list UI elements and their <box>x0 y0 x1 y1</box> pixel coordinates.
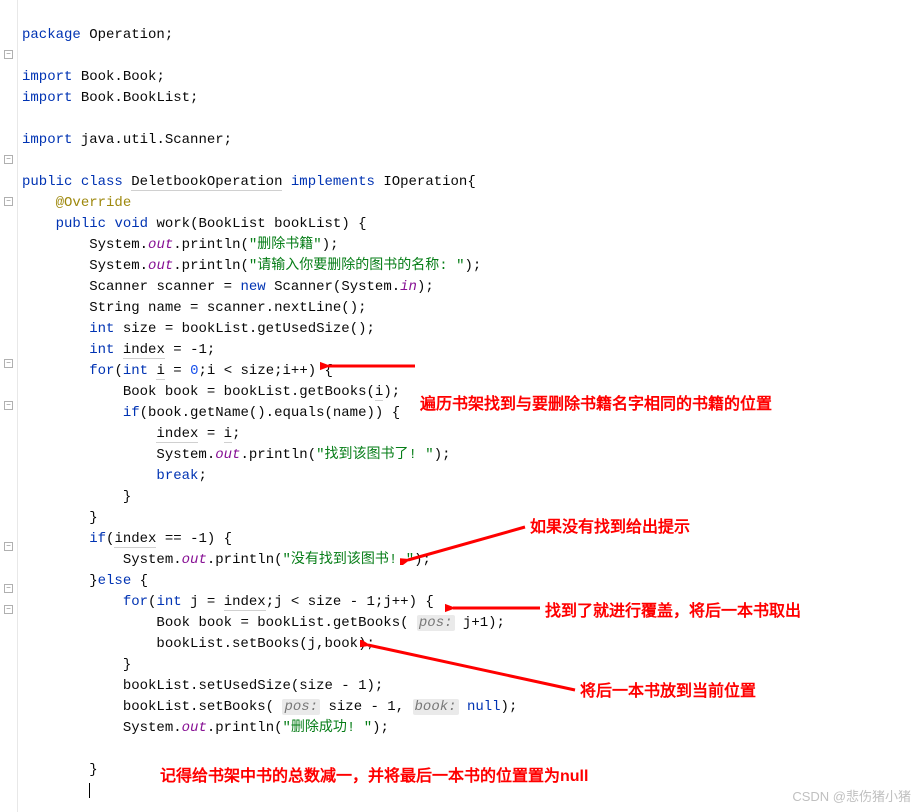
code-line: bookList.setBooks(j,book); <box>22 636 375 652</box>
code-line: Scanner scanner = new Scanner(System.in)… <box>22 279 434 295</box>
annotation-text: 如果没有找到给出提示 <box>530 516 690 540</box>
code-line: if(book.getName().equals(name)) { <box>22 405 400 421</box>
code-line: bookList.setUsedSize(size - 1); <box>22 678 383 694</box>
gutter: − − − − − − − − <box>0 0 18 812</box>
code-line: bookList.setBooks( pos: size - 1, book: … <box>22 699 517 715</box>
code-line: for(int i = 0;i < size;i++) { <box>22 363 333 380</box>
annotation-text: 找到了就进行覆盖，将后一本书取出 <box>545 600 801 624</box>
fold-icon[interactable]: − <box>4 584 13 593</box>
cursor <box>89 783 90 798</box>
code-line: System.out.println("删除成功! "); <box>22 720 389 736</box>
fold-icon[interactable]: − <box>4 155 13 164</box>
code-line: }else { <box>22 573 148 589</box>
fold-icon[interactable]: − <box>4 197 13 206</box>
code-line <box>22 783 90 799</box>
code-line: Book book = bookList.getBooks( pos: j+1)… <box>22 615 505 631</box>
code-line: for(int j = index;j < size - 1;j++) { <box>22 594 434 611</box>
annotation-text: 记得给书架中书的总数减一，并将最后一本书的位置置为null <box>160 765 588 789</box>
code-line: package Operation; <box>22 27 173 43</box>
annotation-text: 遍历书架找到与要删除书籍名字相同的书籍的位置 <box>420 393 772 417</box>
code-line: } <box>22 762 98 778</box>
code-line: import Book.Book; <box>22 69 165 85</box>
code-line: Book book = bookList.getBooks(i); <box>22 384 400 401</box>
code-line: @Override <box>22 195 131 211</box>
code-line: } <box>22 657 131 673</box>
code-line: import java.util.Scanner; <box>22 132 232 148</box>
code-line: public void work(BookList bookList) { <box>22 216 367 232</box>
fold-icon[interactable]: − <box>4 542 13 551</box>
code-line: public class DeletbookOperation implemen… <box>22 174 476 191</box>
fold-icon[interactable]: − <box>4 401 13 410</box>
code-line: if(index == -1) { <box>22 531 232 548</box>
code-line: System.out.println("没有找到该图书! "); <box>22 552 431 568</box>
code-line: System.out.println("删除书籍"); <box>22 237 339 253</box>
fold-icon[interactable]: − <box>4 50 13 59</box>
fold-icon[interactable]: − <box>4 359 13 368</box>
fold-icon[interactable]: − <box>4 605 13 614</box>
code-line: index = i; <box>22 426 240 443</box>
code-line: } <box>22 510 98 526</box>
code-line: break; <box>22 468 207 484</box>
code-line: System.out.println("请输入你要删除的图书的名称: "); <box>22 258 481 274</box>
code-line: } <box>22 489 131 505</box>
code-line: String name = scanner.nextLine(); <box>22 300 367 316</box>
annotation-text: 将后一本书放到当前位置 <box>580 680 756 704</box>
code-line: int size = bookList.getUsedSize(); <box>22 321 375 337</box>
code-line: import Book.BookList; <box>22 90 198 106</box>
watermark: CSDN @悲伤猪小猪 <box>792 787 911 807</box>
code-line: int index = -1; <box>22 342 215 359</box>
code-line: System.out.println("找到该图书了! "); <box>22 447 451 463</box>
